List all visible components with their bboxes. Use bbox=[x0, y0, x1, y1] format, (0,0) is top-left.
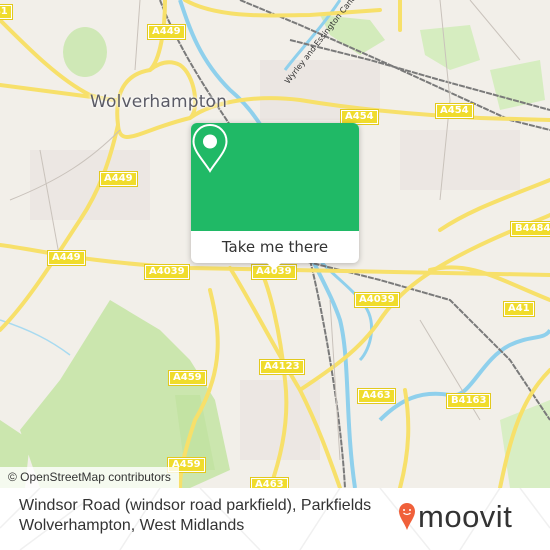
road-shield-a41: A41 bbox=[503, 301, 535, 317]
road-shield-a463: A463 bbox=[250, 477, 289, 488]
road-shield-a449: A449 bbox=[99, 171, 138, 187]
road-shield-a459: A459 bbox=[168, 370, 207, 386]
address-line-2: Wolverhampton, West Midlands bbox=[19, 517, 245, 534]
take-me-there-button[interactable]: Take me there bbox=[191, 231, 359, 263]
residential-area bbox=[400, 130, 520, 190]
map-pin-icon bbox=[192, 123, 228, 173]
address-line-1: Windsor Road (windsor road parkfield), P… bbox=[19, 497, 372, 514]
road-shield-a4039: A4039 bbox=[354, 292, 400, 308]
road-shield-a4039: A4039 bbox=[144, 264, 190, 280]
road-shield-a449: A449 bbox=[147, 24, 186, 40]
address: Windsor Road (windsor road parkfield), P… bbox=[19, 496, 379, 536]
stream bbox=[0, 319, 71, 356]
city-label: Wolverhampton bbox=[90, 92, 228, 112]
road-shield-a4123: A4123 bbox=[259, 359, 305, 375]
popup-pointer bbox=[266, 262, 282, 270]
park-area bbox=[490, 60, 545, 110]
destination-popup[interactable]: Take me there bbox=[191, 123, 359, 270]
road-shield-a454: A454 bbox=[340, 109, 379, 125]
park-area bbox=[63, 27, 107, 77]
map-attribution[interactable]: © OpenStreetMap contributors bbox=[0, 467, 179, 488]
footer: Windsor Road (windsor road parkfield), P… bbox=[0, 488, 550, 550]
moovit-wordmark: moovit bbox=[418, 499, 513, 534]
road-shield-a454: A454 bbox=[435, 103, 474, 119]
road-shield-b4484: B4484 bbox=[509, 221, 550, 237]
park-area bbox=[420, 25, 480, 70]
map[interactable]: Wolverhampton Wyrley and Essington Canal… bbox=[0, 0, 550, 488]
road-shield-a463: A463 bbox=[357, 388, 396, 404]
road-shield-a449: A449 bbox=[47, 250, 86, 266]
road-shield-b4163: B4163 bbox=[445, 393, 492, 409]
park-area bbox=[500, 400, 550, 488]
road-shield-a41-edge: A41 bbox=[0, 4, 13, 20]
moovit-pin-icon bbox=[399, 503, 415, 530]
popup-header[interactable] bbox=[191, 123, 359, 231]
